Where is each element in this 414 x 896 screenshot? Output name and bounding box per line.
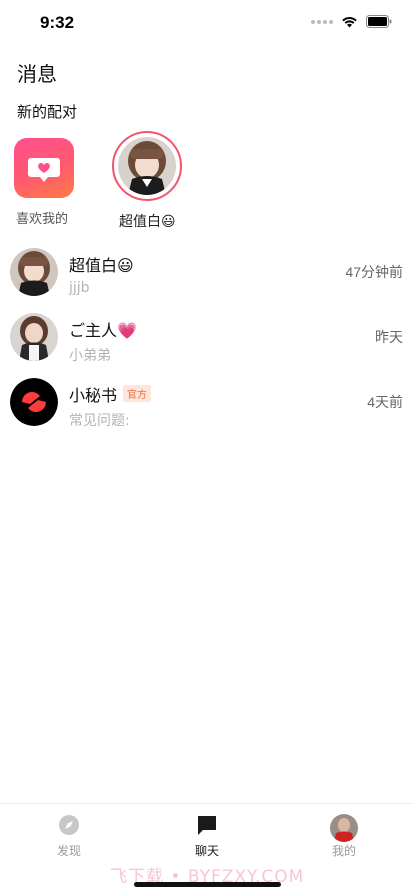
chat-name: ご主人💗 (69, 321, 137, 340)
chat-row[interactable]: 超值白😃 jjjb 47分钟前 (0, 248, 414, 308)
official-badge: 官方 (123, 385, 152, 402)
cellular-signal-icon (311, 19, 333, 24)
avatar (118, 137, 176, 195)
tab-chat[interactable]: 聊天 (177, 814, 237, 859)
new-match-name: 超值白😃 (119, 214, 176, 230)
wifi-icon (342, 16, 357, 27)
compass-icon (59, 815, 79, 835)
home-indicator[interactable] (134, 882, 281, 887)
status-time: 9:32 (40, 13, 75, 32)
heart-message-icon (28, 158, 60, 182)
status-icons (311, 15, 392, 28)
chat-preview: 常见问题: (69, 413, 130, 429)
chat-time: 47分钟前 (345, 264, 403, 280)
tab-label: 聊天 (194, 844, 219, 858)
page-title: 消息 (17, 62, 57, 86)
chat-row[interactable]: ご主人💗 小弟弟 昨天 (0, 313, 414, 373)
new-match-avatar[interactable] (112, 131, 182, 201)
tab-discover[interactable]: 发现 (39, 814, 99, 859)
tab-label: 发现 (56, 844, 81, 858)
chat-preview: jjjb (69, 280, 90, 296)
chat-name: 超值白😃 (69, 256, 134, 275)
tab-me[interactable]: 我的 (314, 814, 374, 859)
chat-time: 昨天 (375, 329, 403, 345)
new-matches-title: 新的配对 (17, 103, 78, 121)
chat-name: 小秘书 官方 (69, 382, 152, 406)
who-liked-me-label: 喜欢我的 (16, 212, 69, 227)
chat-name-text: 小秘书 (69, 386, 118, 405)
avatar (10, 248, 58, 296)
chat-bubble-icon (198, 816, 216, 835)
tab-label: 我的 (331, 844, 356, 858)
assistant-logo-icon (10, 378, 58, 426)
avatar (330, 814, 358, 842)
chat-preview: 小弟弟 (69, 348, 111, 364)
avatar (10, 313, 58, 361)
battery-icon (366, 15, 392, 28)
status-bar: 9:32 (0, 0, 414, 44)
who-liked-me-button[interactable] (14, 138, 74, 198)
chat-time: 4天前 (367, 394, 403, 410)
chat-row[interactable]: 小秘书 官方 常见问题: 4天前 (0, 378, 414, 438)
